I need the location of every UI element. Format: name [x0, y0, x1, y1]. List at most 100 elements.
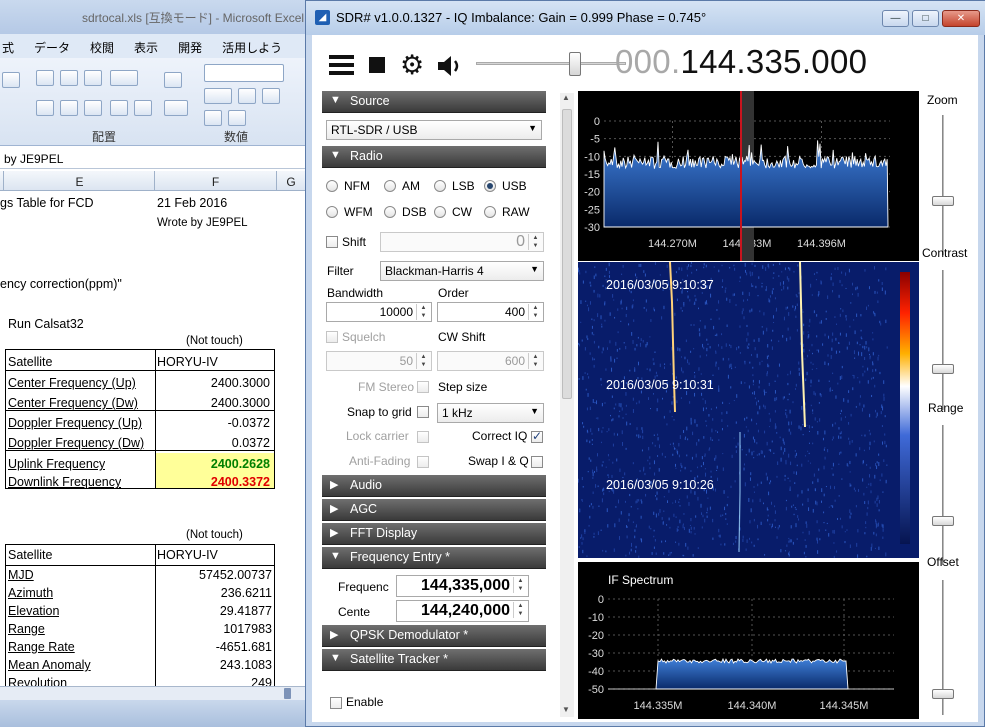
snap-to-grid-checkbox[interactable]: [417, 406, 429, 418]
merge-cells-icon[interactable]: [164, 100, 188, 116]
contrast-slider-thumb[interactable]: [932, 364, 954, 374]
ribbon-tab[interactable]: 校閲: [90, 34, 114, 56]
spectrum-analyzer[interactable]: 0-5-10-15-20-25-30144.270M144.333M144.39…: [578, 91, 919, 261]
table-row-value[interactable]: 236.6211: [160, 586, 272, 600]
squelch-checkbox[interactable]: [326, 331, 338, 343]
range-slider-track[interactable]: [942, 425, 944, 565]
gear-icon[interactable]: ⚙: [400, 50, 424, 80]
table-row-value[interactable]: 2400.3000: [160, 376, 270, 390]
align-left-icon[interactable]: [36, 100, 54, 116]
if-spectrum-display[interactable]: IF Spectrum 0 -10 -20 -30 -40 -50 144.335M 144.3…: [578, 562, 919, 719]
column-header-e[interactable]: E: [5, 171, 155, 191]
ribbon-tab[interactable]: データ: [34, 34, 70, 56]
section-radio[interactable]: ▼ Radio: [322, 146, 546, 168]
mode-radio-dsb[interactable]: [384, 206, 396, 218]
section-agc[interactable]: ▶ AGC: [322, 499, 546, 521]
cw-shift-input[interactable]: 600 ▲ ▼: [437, 351, 544, 371]
shift-checkbox[interactable]: [326, 236, 338, 248]
section-satellite-tracker[interactable]: ▼ Satellite Tracker *: [322, 649, 546, 671]
squelch-input[interactable]: 50 ▲ ▼: [326, 351, 432, 371]
align-top-icon[interactable]: [36, 70, 54, 86]
indent-decrease-icon[interactable]: [110, 100, 128, 116]
table-row-value[interactable]: 29.41877: [160, 604, 272, 618]
frequency-entry-input[interactable]: 144,335,000 ▲ ▼: [396, 575, 529, 597]
swap-iq-checkbox[interactable]: [531, 456, 543, 468]
percent-icon[interactable]: [238, 88, 256, 104]
section-audio[interactable]: ▶ Audio: [322, 475, 546, 497]
minimize-button[interactable]: —: [882, 10, 909, 27]
mode-radio-am[interactable]: [384, 180, 396, 192]
enable-checkbox[interactable]: [330, 697, 342, 709]
excel-horizontal-scrollbar[interactable]: [0, 686, 305, 700]
table-row-label[interactable]: Center Frequency (Dw): [8, 396, 138, 410]
scroll-up-icon[interactable]: ▲: [562, 93, 570, 102]
table-row-label[interactable]: Mean Anomaly: [8, 658, 91, 672]
offset-slider-thumb[interactable]: [932, 689, 954, 699]
section-fft-display[interactable]: ▶ FFT Display: [322, 523, 546, 545]
mode-radio-cw[interactable]: [434, 206, 446, 218]
panel-scrollbar[interactable]: ▲ ▼: [560, 93, 574, 717]
menu-icon[interactable]: [329, 55, 354, 77]
table-row-value[interactable]: 2400.3372: [160, 475, 270, 489]
number-format-select[interactable]: [204, 64, 284, 82]
close-button[interactable]: ✕: [942, 10, 980, 27]
order-input[interactable]: 400 ▲ ▼: [437, 302, 544, 322]
cell-f-author[interactable]: Wrote by JE9PEL: [157, 217, 248, 229]
table-row-value[interactable]: 57452.00737: [160, 568, 272, 582]
frequency-prefix[interactable]: 000.: [615, 43, 680, 80]
frequency-main[interactable]: 144.335.000: [680, 43, 867, 80]
section-qpsk-demodulator[interactable]: ▶ QPSK Demodulator *: [322, 625, 546, 647]
decimal-decrease-icon[interactable]: [228, 110, 246, 126]
table-row-value[interactable]: -4651.681: [160, 640, 272, 654]
table-row-label[interactable]: Elevation: [8, 604, 59, 618]
table-row-label[interactable]: Range: [8, 622, 45, 636]
comma-icon[interactable]: [262, 88, 280, 104]
panel-scroll-thumb[interactable]: [562, 109, 572, 399]
sdr-title-bar[interactable]: ◢ SDR# v1.0.0.1327 - IQ Imbalance: Gain …: [306, 1, 985, 35]
table-row-value[interactable]: 2400.2628: [160, 457, 270, 471]
table-row-label[interactable]: Azimuth: [8, 586, 53, 600]
filter-select[interactable]: Blackman-Harris 4 ▼: [380, 261, 544, 281]
speaker-icon[interactable]: [436, 54, 464, 78]
table-row-value[interactable]: 0.0372: [160, 436, 270, 450]
table-row-value[interactable]: 1017983: [160, 622, 272, 636]
stop-icon[interactable]: [369, 57, 385, 73]
correct-iq-checkbox[interactable]: [531, 429, 543, 443]
column-header-g[interactable]: G: [277, 171, 305, 191]
table-row-label[interactable]: MJD: [8, 568, 34, 582]
waterfall-display[interactable]: 2016/03/05 9:10:37 2016/03/05 9:10:31 2016…: [578, 261, 919, 560]
ribbon-tab[interactable]: 開発: [178, 34, 202, 56]
mode-radio-lsb[interactable]: [434, 180, 446, 192]
align-middle-icon[interactable]: [60, 70, 78, 86]
mode-radio-raw[interactable]: [484, 206, 496, 218]
table-row-label[interactable]: Satellite: [8, 355, 52, 369]
table-row-label[interactable]: Center Frequency (Up): [8, 376, 136, 390]
table-row-label[interactable]: Downlink Frequency: [8, 475, 121, 489]
range-slider-thumb[interactable]: [932, 516, 954, 526]
table-row-value[interactable]: HORYU-IV: [157, 355, 218, 369]
align-right-icon[interactable]: [84, 100, 102, 116]
align-center-icon[interactable]: [60, 100, 78, 116]
center-entry-input[interactable]: 144,240,000 ▲ ▼: [396, 600, 529, 622]
table-row-value[interactable]: HORYU-IV: [157, 548, 218, 562]
align-bottom-icon[interactable]: [84, 70, 102, 86]
bandwidth-input[interactable]: 10000 ▲ ▼: [326, 302, 432, 322]
cell-e-note[interactable]: ency correction(ppm)": [0, 277, 122, 291]
table-row-value[interactable]: 243.1083: [160, 658, 272, 672]
zoom-slider-track[interactable]: [942, 115, 944, 255]
column-header-f[interactable]: F: [155, 171, 277, 191]
cell-e-title[interactable]: gs Table for FCD: [0, 196, 94, 210]
table-row-label[interactable]: Uplink Frequency: [8, 457, 105, 471]
anti-fading-checkbox[interactable]: [417, 456, 429, 468]
ribbon-tab[interactable]: 活用しよう: [222, 34, 282, 56]
ribbon-tab[interactable]: 表示: [134, 34, 158, 56]
volume-slider-track[interactable]: [476, 62, 626, 65]
cell-e-run[interactable]: Run Calsat32: [8, 317, 84, 331]
scroll-down-icon[interactable]: ▼: [562, 705, 570, 714]
section-frequency-entry[interactable]: ▼ Frequency Entry *: [322, 547, 546, 569]
fm-stereo-checkbox[interactable]: [417, 381, 429, 393]
step-size-select[interactable]: 1 kHz ▼: [437, 403, 544, 423]
mode-radio-nfm[interactable]: [326, 180, 338, 192]
shift-input[interactable]: 0 ▲ ▼: [380, 232, 544, 252]
table-row-label[interactable]: Satellite: [8, 548, 52, 562]
